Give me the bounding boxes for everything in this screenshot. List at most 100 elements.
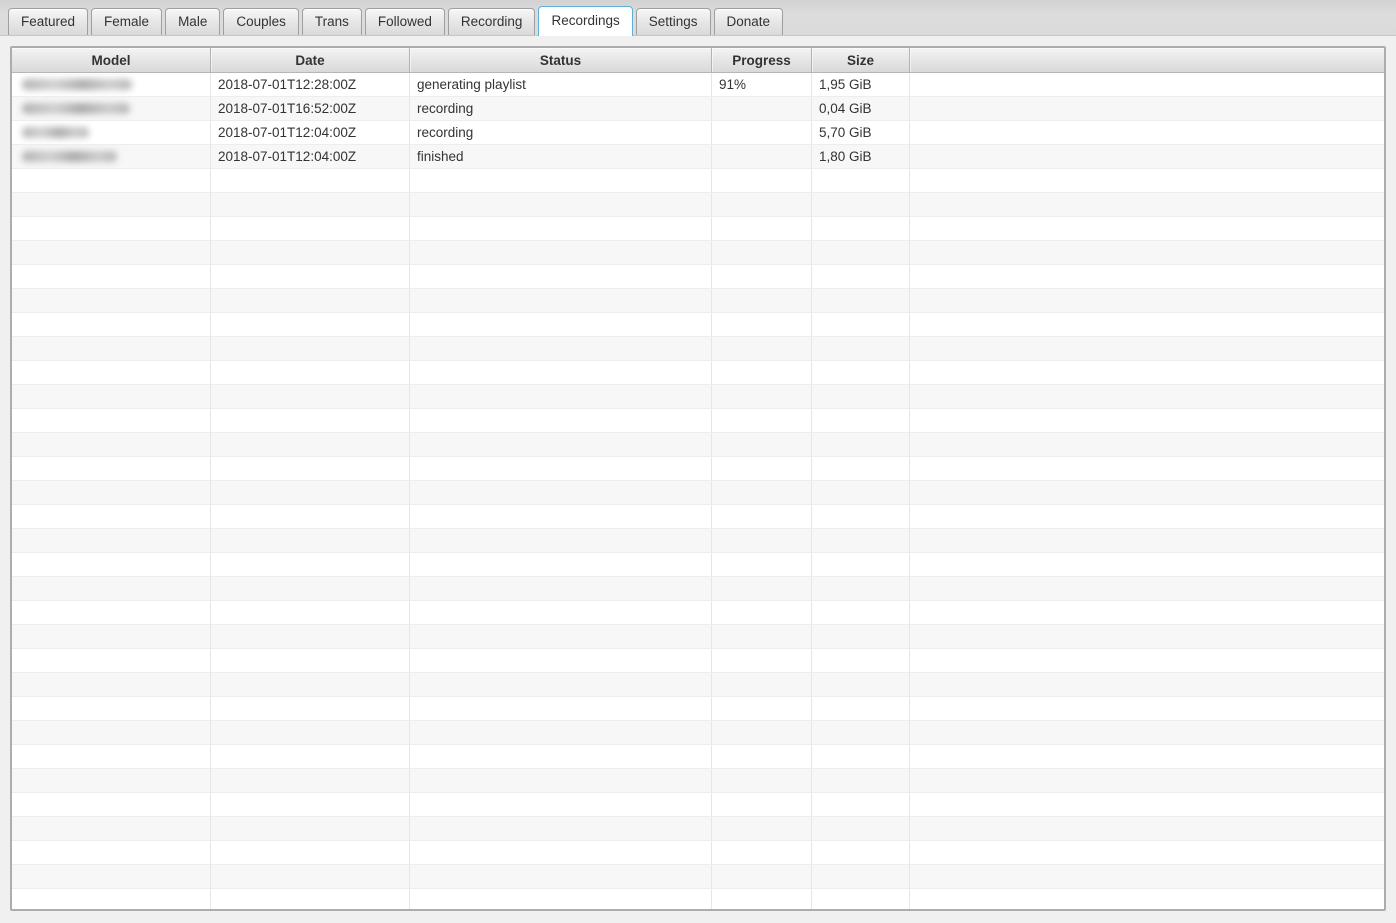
empty-cell (910, 793, 1384, 816)
tab-recordings[interactable]: Recordings (538, 6, 633, 36)
empty-table-row[interactable] (12, 673, 1384, 697)
empty-table-row[interactable] (12, 505, 1384, 529)
empty-cell (12, 193, 211, 216)
empty-table-row[interactable] (12, 241, 1384, 265)
tab-male[interactable]: Male (165, 8, 221, 35)
empty-cell (910, 217, 1384, 240)
empty-cell (410, 505, 712, 528)
empty-table-row[interactable] (12, 889, 1384, 909)
empty-table-row[interactable] (12, 217, 1384, 241)
empty-cell (12, 697, 211, 720)
date-cell: 2018-07-01T12:28:00Z (211, 73, 410, 96)
empty-table-row[interactable] (12, 481, 1384, 505)
empty-cell (910, 169, 1384, 192)
empty-table-row[interactable] (12, 745, 1384, 769)
empty-cell (211, 193, 410, 216)
empty-cell (12, 313, 211, 336)
empty-cell (211, 697, 410, 720)
empty-cell (410, 217, 712, 240)
empty-table-row[interactable] (12, 433, 1384, 457)
empty-table-row[interactable] (12, 265, 1384, 289)
empty-table-row[interactable] (12, 793, 1384, 817)
empty-table-row[interactable] (12, 313, 1384, 337)
empty-cell (712, 481, 812, 504)
empty-cell (12, 625, 211, 648)
empty-cell (910, 625, 1384, 648)
empty-table-row[interactable] (12, 865, 1384, 889)
empty-cell (410, 265, 712, 288)
empty-cell (410, 817, 712, 840)
tab-trans[interactable]: Trans (301, 8, 362, 35)
filler-cell (910, 145, 1384, 168)
empty-table-row[interactable] (12, 409, 1384, 433)
empty-cell (712, 169, 812, 192)
empty-table-row[interactable] (12, 601, 1384, 625)
empty-table-row[interactable] (12, 337, 1384, 361)
empty-table-row[interactable] (12, 769, 1384, 793)
empty-table-row[interactable] (12, 457, 1384, 481)
empty-cell (12, 169, 211, 192)
empty-cell (410, 529, 712, 552)
empty-cell (410, 313, 712, 336)
empty-table-row[interactable] (12, 553, 1384, 577)
empty-cell (910, 193, 1384, 216)
empty-cell (12, 433, 211, 456)
empty-table-row[interactable] (12, 385, 1384, 409)
empty-table-row[interactable] (12, 169, 1384, 193)
empty-table-row[interactable] (12, 817, 1384, 841)
empty-cell (910, 529, 1384, 552)
empty-table-row[interactable] (12, 841, 1384, 865)
empty-cell (12, 361, 211, 384)
empty-table-row[interactable] (12, 361, 1384, 385)
empty-cell (812, 649, 910, 672)
tab-featured[interactable]: Featured (8, 8, 89, 35)
empty-cell (410, 577, 712, 600)
empty-cell (812, 337, 910, 360)
empty-table-row[interactable] (12, 529, 1384, 553)
tab-followed[interactable]: Followed (364, 8, 445, 35)
column-header-status[interactable]: Status (410, 48, 712, 72)
filler-cell (910, 121, 1384, 144)
empty-cell (910, 505, 1384, 528)
empty-cell (410, 889, 712, 909)
empty-cell (410, 169, 712, 192)
empty-cell (12, 217, 211, 240)
tab-female[interactable]: Female (91, 8, 163, 35)
size-cell: 0,04 GiB (812, 97, 910, 120)
empty-cell (211, 217, 410, 240)
status-cell: generating playlist (410, 73, 712, 96)
tab-donate[interactable]: Donate (713, 8, 784, 35)
empty-table-row[interactable] (12, 625, 1384, 649)
table-row[interactable]: 2018-07-01T12:28:00Z generating playlist… (12, 73, 1384, 97)
empty-cell (211, 481, 410, 504)
table-row[interactable]: 2018-07-01T16:52:00Z recording 0,04 GiB (12, 97, 1384, 121)
table-row[interactable]: 2018-07-01T12:04:00Z finished 1,80 GiB (12, 145, 1384, 169)
empty-cell (910, 745, 1384, 768)
empty-table-row[interactable] (12, 649, 1384, 673)
empty-table-row[interactable] (12, 193, 1384, 217)
empty-cell (12, 457, 211, 480)
model-cell (12, 121, 211, 144)
tab-recording[interactable]: Recording (447, 8, 536, 35)
empty-cell (211, 457, 410, 480)
tab-couples[interactable]: Couples (223, 8, 299, 35)
empty-cell (910, 673, 1384, 696)
empty-cell (12, 577, 211, 600)
empty-table-row[interactable] (12, 289, 1384, 313)
table-body: 2018-07-01T12:28:00Z generating playlist… (12, 73, 1384, 909)
empty-table-row[interactable] (12, 721, 1384, 745)
tab-settings[interactable]: Settings (635, 8, 711, 35)
column-header-date[interactable]: Date (211, 48, 410, 72)
table-row[interactable]: 2018-07-01T12:04:00Z recording 5,70 GiB (12, 121, 1384, 145)
column-header-progress[interactable]: Progress (712, 48, 812, 72)
empty-cell (12, 889, 211, 909)
empty-cell (410, 193, 712, 216)
empty-cell (12, 673, 211, 696)
column-header-size[interactable]: Size (812, 48, 910, 72)
empty-cell (812, 169, 910, 192)
empty-table-row[interactable] (12, 697, 1384, 721)
column-header-model[interactable]: Model (12, 48, 211, 72)
empty-cell (410, 601, 712, 624)
filler-cell (910, 73, 1384, 96)
empty-table-row[interactable] (12, 577, 1384, 601)
